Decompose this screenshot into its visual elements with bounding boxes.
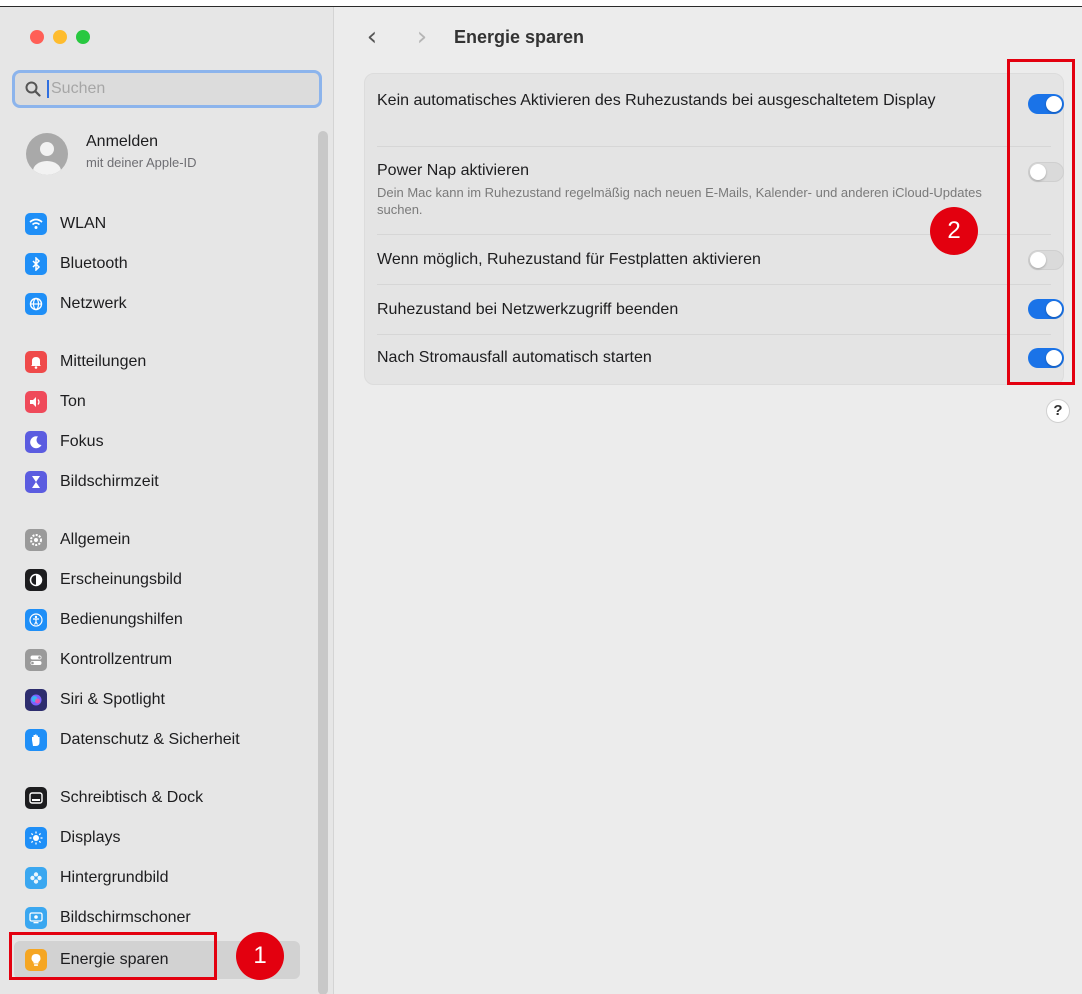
window-controls	[30, 30, 90, 44]
sidebar: Anmelden mit deiner Apple-ID WLAN Blueto…	[0, 7, 334, 994]
search-icon	[25, 81, 41, 97]
sidebar-item-label: Hintergrundbild	[60, 869, 169, 886]
sidebar-item-fokus[interactable]: Fokus	[14, 423, 314, 461]
page-title: Energie sparen	[454, 27, 585, 47]
forward-button[interactable]: ›	[408, 23, 436, 51]
setting-label: Power Nap aktivieren	[377, 162, 530, 179]
toolbar: ‹ › Energie sparen	[334, 21, 1082, 55]
sidebar-item-label: Siri & Spotlight	[60, 691, 165, 708]
sidebar-item-label: Netzwerk	[60, 295, 127, 312]
search-input[interactable]	[47, 80, 291, 98]
sidebar-item-label: Ton	[60, 393, 86, 410]
sidebar-item-label: WLAN	[60, 215, 107, 232]
apple-id-subtitle: mit deiner Apple-ID	[86, 155, 197, 170]
sidebar-item-label: Mitteilungen	[60, 353, 147, 370]
bluetooth-icon	[25, 253, 47, 275]
wifi-icon	[25, 213, 47, 235]
highlight-box-energy-item	[9, 932, 217, 980]
accessibility-icon	[25, 609, 47, 631]
sidebar-item-wlan[interactable]: WLAN	[14, 205, 314, 243]
sidebar-item-allgemein[interactable]: Allgemein	[14, 521, 314, 559]
flower-icon	[25, 867, 47, 889]
setting-description: Dein Mac kann im Ruhezustand regelmäßig …	[377, 185, 982, 217]
sidebar-item-hintergrundbild[interactable]: Hintergrundbild	[14, 859, 314, 897]
gear-icon	[25, 529, 47, 551]
setting-row-wake-network: Ruhezustand bei Netzwerkzugriff beenden	[365, 284, 1065, 334]
hand-icon	[25, 729, 47, 751]
sidebar-item-label: Bedienungshilfen	[60, 611, 183, 628]
sidebar-item-label: Kontrollzentrum	[60, 651, 173, 668]
step-badge-1: 1	[236, 932, 284, 980]
sidebar-item-displays[interactable]: Displays	[14, 819, 314, 857]
setting-label: Ruhezustand bei Netzwerkzugriff beenden	[377, 301, 679, 318]
sidebar-item-bluetooth[interactable]: Bluetooth	[14, 245, 314, 283]
appearance-icon	[25, 569, 47, 591]
sidebar-item-label: Bildschirmschoner	[60, 909, 191, 926]
sidebar-item-label: Erscheinungsbild	[60, 571, 182, 588]
sidebar-item-label: Datenschutz & Sicherheit	[60, 731, 240, 748]
back-button[interactable]: ‹	[358, 23, 386, 51]
bell-icon	[25, 351, 47, 373]
apple-id-title: Anmelden	[86, 133, 159, 150]
sidebar-item-ton[interactable]: Ton	[14, 383, 314, 421]
screensaver-icon	[25, 907, 47, 929]
sidebar-item-schreibtisch-dock[interactable]: Schreibtisch & Dock	[14, 779, 314, 817]
sidebar-item-label: Allgemein	[60, 531, 131, 548]
step-badge-2: 2	[930, 207, 978, 255]
sidebar-item-label: Bildschirmzeit	[60, 473, 159, 490]
siri-icon	[25, 689, 47, 711]
avatar	[26, 133, 68, 175]
search-field[interactable]	[12, 70, 322, 108]
sidebar-item-erscheinungsbild[interactable]: Erscheinungsbild	[14, 561, 314, 599]
sidebar-item-label: Schreibtisch & Dock	[60, 789, 204, 806]
close-window-button[interactable]	[30, 30, 44, 44]
main-pane: ‹ › Energie sparen Kein automatisches Ak…	[334, 7, 1082, 994]
setting-label: Wenn möglich, Ruhezustand für Festplatte…	[377, 251, 761, 268]
globe-icon	[25, 293, 47, 315]
sidebar-item-bildschirmzeit[interactable]: Bildschirmzeit	[14, 463, 314, 501]
sidebar-item-label: Bluetooth	[60, 255, 128, 272]
sidebar-item-label: Displays	[60, 829, 121, 846]
switches-icon	[25, 649, 47, 671]
hourglass-icon	[25, 471, 47, 493]
sidebar-item-netzwerk[interactable]: Netzwerk	[14, 285, 314, 323]
sidebar-item-bedienungshilfen[interactable]: Bedienungshilfen	[14, 601, 314, 639]
sidebar-item-mitteilungen[interactable]: Mitteilungen	[14, 343, 314, 381]
speaker-icon	[25, 391, 47, 413]
sidebar-item-kontrollzentrum[interactable]: Kontrollzentrum	[14, 641, 314, 679]
setting-label: Kein automatisches Aktivieren des Ruhezu…	[377, 92, 936, 109]
moon-icon	[25, 431, 47, 453]
sidebar-item-siri-spotlight[interactable]: Siri & Spotlight	[14, 681, 314, 719]
apple-id-signin[interactable]: Anmelden mit deiner Apple-ID	[26, 133, 197, 175]
sun-icon	[25, 827, 47, 849]
minimize-window-button[interactable]	[53, 30, 67, 44]
highlight-box-toggles	[1007, 59, 1075, 385]
help-button[interactable]: ?	[1046, 399, 1070, 423]
settings-window: Anmelden mit deiner Apple-ID WLAN Blueto…	[0, 6, 1082, 994]
dock-icon	[25, 787, 47, 809]
sidebar-item-label: Fokus	[60, 433, 104, 450]
setting-row-restart-power-failure: Nach Stromausfall automatisch starten	[365, 334, 1065, 384]
sidebar-scrollbar[interactable]	[318, 131, 328, 994]
zoom-window-button[interactable]	[76, 30, 90, 44]
setting-label: Nach Stromausfall automatisch starten	[377, 349, 652, 366]
sidebar-item-datenschutz[interactable]: Datenschutz & Sicherheit	[14, 721, 314, 759]
setting-row-no-sleep-display-off: Kein automatisches Aktivieren des Ruhezu…	[365, 74, 1065, 146]
